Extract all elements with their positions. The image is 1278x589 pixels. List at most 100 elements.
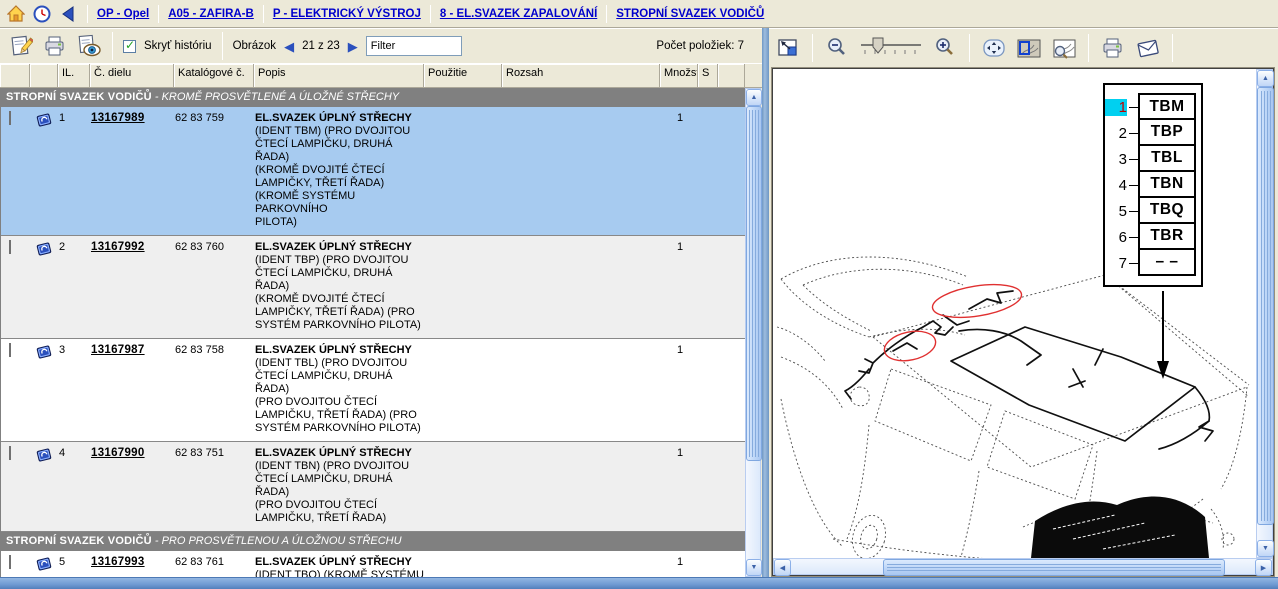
print-icon[interactable] [42, 33, 68, 59]
scrollbar-thumb[interactable] [1257, 87, 1274, 525]
applicability-note-icon[interactable] [36, 112, 53, 127]
legend-tick [1129, 263, 1138, 264]
legend-label: TBR [1138, 222, 1196, 250]
applicability-note-icon[interactable] [36, 344, 53, 359]
part-row-13167989[interactable]: 11316798962 83 759EL.SVAZEK ÚPLNÝ STŘECH… [1, 107, 745, 236]
separator [430, 5, 431, 23]
part-description-line: LAMPIČKU, TŘETÍ ŘADA) [255, 512, 425, 525]
legend-tick [1129, 107, 1138, 108]
part-number-link[interactable]: 13167993 [91, 556, 145, 568]
part-row-13167992[interactable]: 21316799262 83 760EL.SVAZEK ÚPLNÝ STŘECH… [1, 236, 745, 339]
row-checkbox[interactable] [9, 555, 11, 569]
part-number-link[interactable]: 13167990 [91, 447, 145, 459]
mail-icon[interactable] [1135, 35, 1161, 61]
scroll-down-icon[interactable]: ▼ [746, 559, 762, 576]
part-row-13167987[interactable]: 31316798762 83 758EL.SVAZEK ÚPLNÝ STŘECH… [1, 339, 745, 442]
history-icon[interactable] [32, 4, 52, 24]
scroll-right-icon[interactable]: ▶ [1255, 559, 1272, 576]
part-number-link[interactable]: 13167987 [91, 344, 145, 356]
part-row-13167993[interactable]: 51316799362 83 761EL.SVAZEK ÚPLNÝ STŘECH… [1, 551, 745, 577]
row-checkbox[interactable] [9, 240, 11, 254]
applicability-note-icon[interactable] [36, 556, 53, 571]
part-description-line: LAMPIČKU, TŘETÍ ŘADA) (PRO [255, 409, 425, 422]
legend-label: TBP [1138, 118, 1196, 146]
group-header: STROPNÍ SVAZEK VODIČŮ - KROMĚ PROSVĚTLEN… [1, 88, 745, 107]
part-description-title: EL.SVAZEK ÚPLNÝ STŘECHY [255, 241, 425, 254]
breadcrumb-link-3[interactable]: P - ELEKTRICKÝ VÝSTROJ [273, 8, 421, 20]
zoom-out-icon[interactable] [824, 35, 850, 61]
magnify-area-icon[interactable] [1051, 35, 1077, 61]
back-icon[interactable] [58, 4, 78, 24]
print-icon[interactable] [1100, 35, 1126, 61]
part-row-13167990[interactable]: 41316799062 83 751EL.SVAZEK ÚPLNÝ STŘECH… [1, 442, 745, 532]
legend-tick [1129, 185, 1138, 186]
window-bottom-edge [0, 577, 1278, 589]
scrollbar-thumb[interactable] [746, 106, 762, 461]
breadcrumb-link-5[interactable]: STROPNÍ SVAZEK VODIČŮ [616, 8, 764, 20]
row-checkbox[interactable] [9, 111, 11, 125]
column-header [718, 64, 745, 88]
zoom-in-icon[interactable] [932, 35, 958, 61]
applicability-note-icon[interactable] [36, 241, 53, 256]
illustration-vscrollbar[interactable]: ▲ ▼ [1256, 69, 1273, 558]
image-nav-position: 21 z 23 [302, 40, 340, 52]
zoom-slider[interactable] [859, 35, 923, 61]
row-checkbox[interactable] [9, 343, 11, 357]
legend-number: 4 [1105, 177, 1127, 194]
breadcrumb-link-1[interactable]: OP - Opel [97, 8, 149, 20]
breadcrumb-link-2[interactable]: A05 - ZAFIRA-B [168, 8, 254, 20]
legend-number-highlighted: 1 [1105, 99, 1127, 116]
separator [969, 34, 970, 62]
part-number-link[interactable]: 13167989 [91, 112, 145, 124]
legend-row-TBP[interactable]: 2TBP [1105, 120, 1196, 146]
legend-row-TBM[interactable]: 1TBM [1105, 94, 1196, 120]
part-description-title: EL.SVAZEK ÚPLNÝ STŘECHY [255, 344, 425, 357]
legend-tick [1129, 211, 1138, 212]
next-image-icon[interactable]: ▶ [348, 40, 358, 53]
legend-pointer-arrow [1157, 291, 1169, 379]
legend-row-TBQ[interactable]: 5TBQ [1105, 198, 1196, 224]
column-header-4: Katalógové č. [174, 64, 254, 88]
notes-icon[interactable] [8, 33, 34, 59]
scroll-up-icon[interactable]: ▲ [1257, 70, 1274, 87]
illustration-pane: 1TBM2TBP3TBL4TBN5TBQ6TBR7– – ▲ ▼ ◀ ▶ [769, 28, 1278, 578]
part-description-line: (IDENT TBN) (PRO DVOJITOU [255, 460, 425, 473]
print-preview-icon[interactable] [76, 33, 102, 59]
illustration-canvas: 1TBM2TBP3TBL4TBN5TBQ6TBR7– – [773, 69, 1256, 558]
legend-row-TBR[interactable]: 6TBR [1105, 224, 1196, 250]
pane-divider[interactable] [762, 28, 769, 578]
legend-row-TBN[interactable]: 4TBN [1105, 172, 1196, 198]
group-header: STROPNÍ SVAZEK VODIČŮ - PRO PROSVĚTLENOU… [1, 532, 745, 551]
breadcrumb: OP - Opel A05 - ZAFIRA-B P - ELEKTRICKÝ VÝ… [0, 0, 1278, 28]
row-checkbox[interactable] [9, 446, 11, 460]
hide-history-checkbox[interactable] [123, 40, 136, 53]
parts-table-scrollbar[interactable]: ▲ ▼ [745, 88, 761, 577]
legend-row-TBL[interactable]: 3TBL [1105, 146, 1196, 172]
filter-input[interactable] [366, 36, 462, 56]
fit-page-icon[interactable] [775, 35, 801, 61]
scroll-down-icon[interactable]: ▼ [1257, 540, 1274, 557]
scroll-left-icon[interactable]: ◀ [774, 559, 791, 576]
column-header [30, 64, 58, 88]
part-description-line: LAMPIČKY, TŘETÍ ŘADA) [255, 177, 425, 190]
column-header-2: IL. [58, 64, 90, 88]
legend-tick [1129, 159, 1138, 160]
scroll-up-icon[interactable]: ▲ [746, 89, 762, 106]
illustration-hscrollbar[interactable]: ◀ ▶ [773, 558, 1273, 575]
separator [263, 5, 264, 23]
part-description-line: (IDENT TBP) (PRO DVOJITOU [255, 254, 425, 267]
zoom-area-icon[interactable] [1016, 35, 1042, 61]
home-icon[interactable] [6, 4, 26, 24]
part-number-link[interactable]: 13167992 [91, 241, 145, 253]
parts-list-pane: Skryť históriu Obrázok ◀ 21 z 23 ▶ Počet… [0, 28, 762, 578]
part-description-line: (KROMĚ DVOJITÉ ČTECÍ [255, 293, 425, 306]
separator [812, 34, 813, 62]
legend-number: 5 [1105, 203, 1127, 220]
scrollbar-thumb[interactable] [883, 559, 1225, 576]
pan-icon[interactable] [981, 35, 1007, 61]
legend-row-––[interactable]: 7– – [1105, 250, 1196, 276]
part-description-line: SYSTÉM PARKOVNÍHO PILOTA) [255, 422, 425, 435]
prev-image-icon[interactable]: ◀ [284, 40, 294, 53]
breadcrumb-link-4[interactable]: 8 - EL.SVAZEK ZAPALOVÁNÍ [440, 8, 597, 20]
applicability-note-icon[interactable] [36, 447, 53, 462]
